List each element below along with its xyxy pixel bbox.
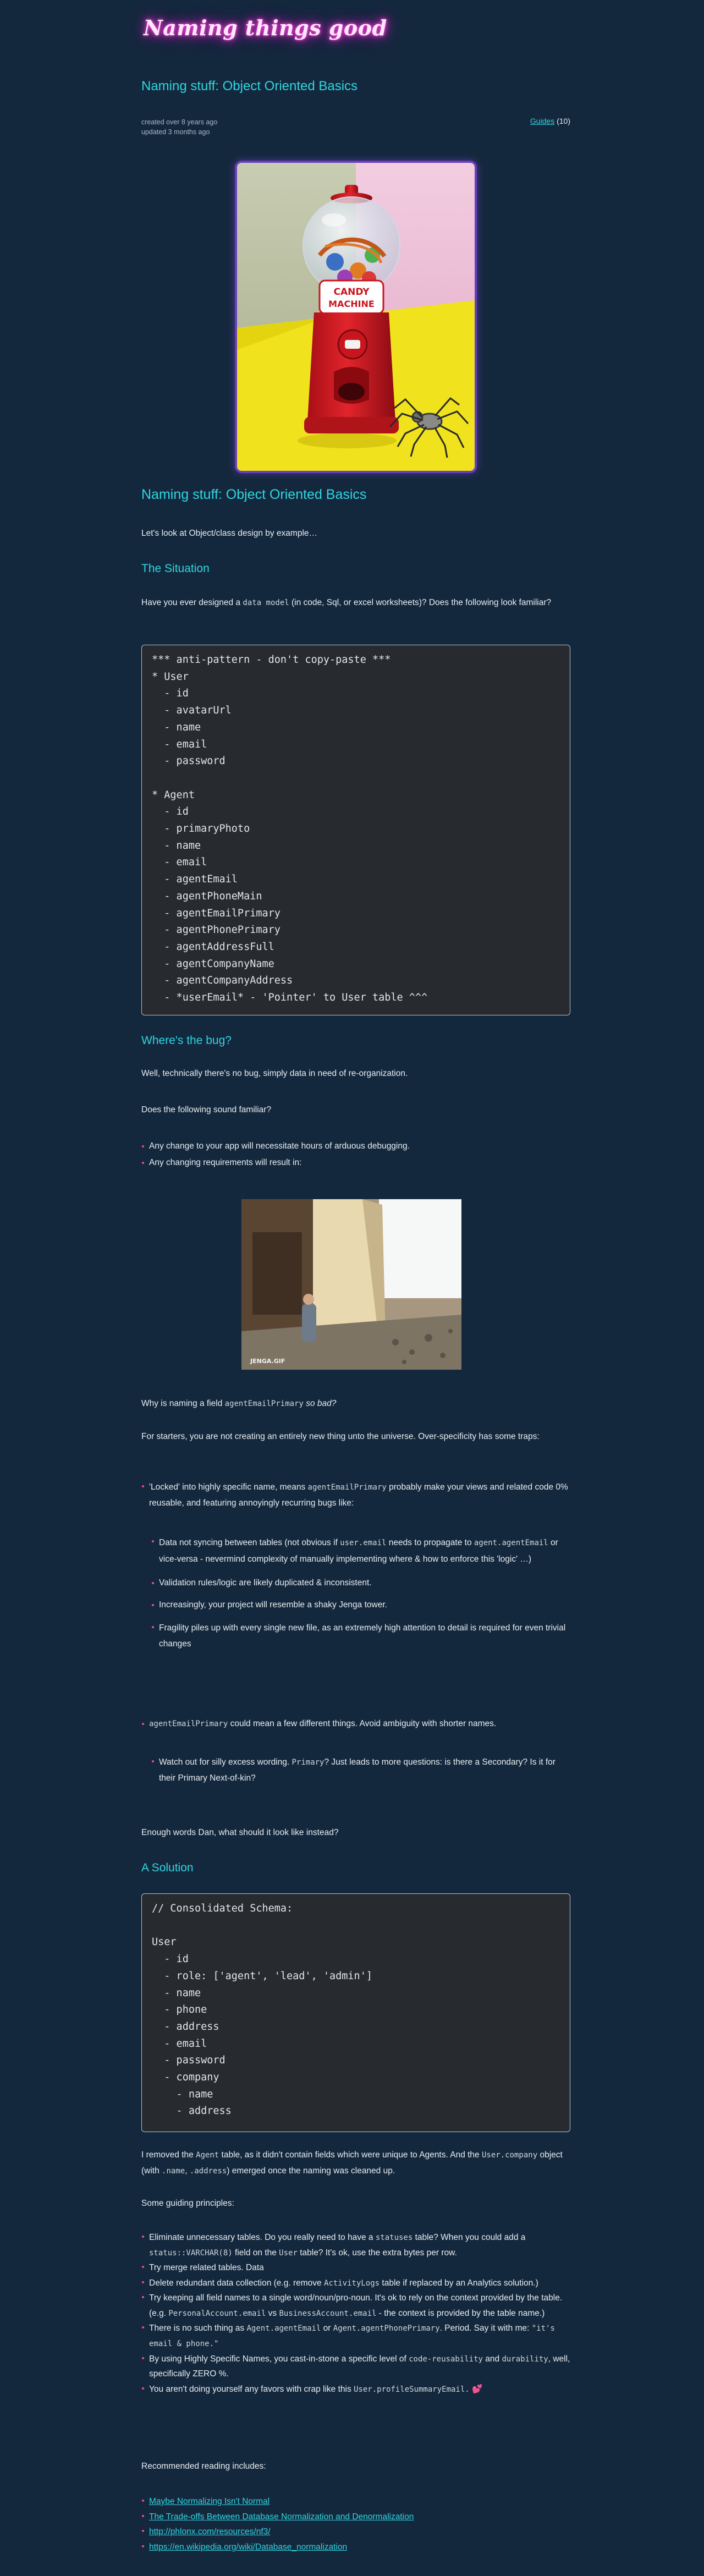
list-item: Increasingly, your project will resemble… (151, 1599, 570, 1612)
created-date: created over 8 years ago (141, 118, 218, 126)
bug-examples-list: Data not syncing between tables (not obv… (151, 1535, 570, 1652)
intro-text: Let's look at Object/class design by exa… (141, 529, 318, 538)
situation-paragraph: Have you ever designed a data model (in … (141, 598, 552, 607)
reading-link[interactable]: Maybe Normalizing Isn't Normal (149, 2497, 270, 2506)
article-title: Naming stuff: Object Oriented Basics (141, 487, 367, 502)
reading-paragraph: Recommended reading includes: (141, 2462, 266, 2471)
principles-paragraph: Some guiding principles: (141, 2199, 234, 2208)
page-meta: created over 8 years ago updated 3 month… (141, 118, 217, 137)
wording-list: Watch out for silly excess wording. Prim… (151, 1755, 570, 1786)
list-item: Any change to your app will necessitate … (141, 1140, 570, 1153)
list-item: Maybe Normalizing Isn't Normal (141, 2494, 570, 2509)
list-item: https://en.wikipedia.org/wiki/Database_n… (141, 2540, 570, 2555)
list-item: Try merge related tables. Data (141, 2260, 570, 2276)
list-item: Data not syncing between tables (not obv… (151, 1535, 570, 1568)
reading-link[interactable]: The Trade-offs Between Database Normaliz… (149, 2512, 414, 2522)
list-item: Any changing requirements will result in… (141, 1156, 570, 1169)
situation-heading: The Situation (141, 562, 210, 575)
list-item: Validation rules/logic are likely duplic… (151, 1577, 570, 1590)
list-item: There is no such thing as Agent.agentEma… (141, 2321, 570, 2351)
updated-date: updated 3 months ago (141, 128, 210, 136)
list-item: Eliminate unnecessary tables. Do you rea… (141, 2230, 570, 2260)
enough-paragraph: Enough words Dan, what should it look li… (141, 1828, 339, 1837)
removed-paragraph: I removed the Agent table, as it didn't … (141, 2150, 563, 2176)
familiar-paragraph: Does the following sound familiar? (141, 1105, 272, 1114)
list-item: Delete redundant data collection (e.g. r… (141, 2276, 570, 2291)
traps-list: 'Locked' into highly specific name, mean… (141, 1480, 570, 1511)
machine-label-1: CANDY (333, 287, 370, 298)
list-item: 'Locked' into highly specific name, mean… (141, 1480, 570, 1511)
site-logo[interactable]: Naming things good (144, 12, 387, 45)
reading-link[interactable]: https://en.wikipedia.org/wiki/Database_n… (149, 2542, 347, 2552)
reading-links-list: Maybe Normalizing Isn't Normal The Trade… (141, 2494, 570, 2555)
list-item: Watch out for silly excess wording. Prim… (151, 1755, 570, 1786)
two-hearts-icon: 💕 (472, 2384, 483, 2394)
consolidated-schema-code-block: // Consolidated Schema: User - id - role… (141, 1893, 570, 2132)
ambiguity-list: agentEmailPrimary could mean a few diffe… (141, 1717, 570, 1731)
breadcrumb-guides-link[interactable]: Guides (530, 117, 554, 125)
list-item: The Trade-offs Between Database Normaliz… (141, 2509, 570, 2525)
principles-list: Eliminate unnecessary tables. Do you rea… (141, 2230, 570, 2397)
reading-link[interactable]: http://phlonx.com/resources/nf3/ (149, 2527, 271, 2536)
list-item: You aren't doing yourself any favors wit… (141, 2382, 570, 2397)
list-item: By using Highly Specific Names, you cast… (141, 2352, 570, 2382)
consequences-list: Any change to your app will necessitate … (141, 1140, 570, 1169)
list-item: http://phlonx.com/resources/nf3/ (141, 2524, 570, 2540)
hero-image: CANDY MACHINE (235, 161, 477, 473)
page-title: Naming stuff: Object Oriented Basics (141, 79, 358, 94)
gif-caption: JENGA.GIF (250, 1358, 285, 1365)
machine-label-2: MACHINE (328, 299, 375, 309)
candy-machine-illustration: CANDY MACHINE (237, 163, 475, 471)
solution-heading: A Solution (141, 1861, 194, 1874)
anti-pattern-code-block: *** anti-pattern - don't copy-paste *** … (141, 645, 570, 1015)
why-paragraph: Why is naming a field agentEmailPrimary … (141, 1399, 337, 1408)
bug-paragraph: Well, technically there's no bug, simply… (141, 1069, 408, 1078)
breadcrumb: Guides (10) (530, 116, 570, 128)
list-item: Fragility piles up with every single new… (151, 1621, 570, 1652)
list-item: agentEmailPrimary could mean a few diffe… (141, 1717, 570, 1731)
list-item: Try keeping all field names to a single … (141, 2291, 570, 2321)
breadcrumb-count: (10) (557, 117, 570, 125)
bug-heading: Where's the bug? (141, 1034, 232, 1047)
starters-paragraph: For starters, you are not creating an en… (141, 1432, 540, 1441)
jenga-gif: JENGA.GIF (241, 1199, 461, 1370)
